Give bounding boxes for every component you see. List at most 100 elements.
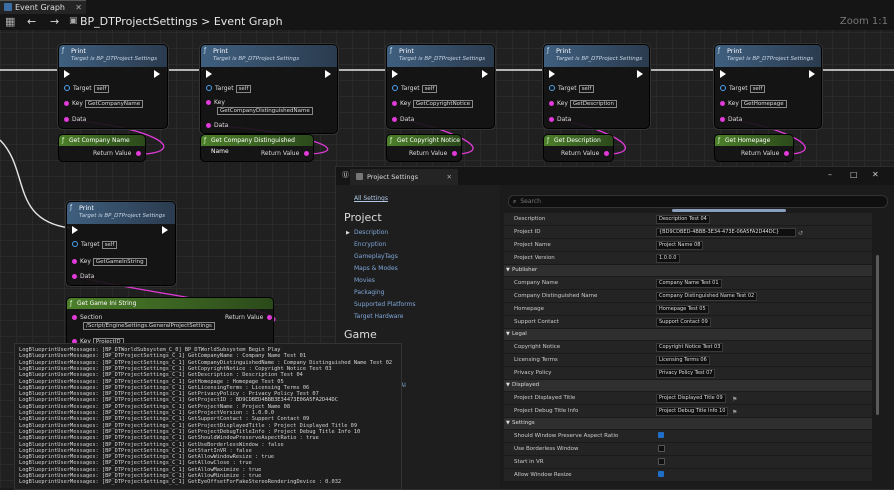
get-description-node[interactable]: Get Description Return Value: [543, 134, 614, 162]
minimize-button[interactable]: –: [828, 170, 832, 179]
sidebar-item-movies[interactable]: Movies: [354, 277, 375, 284]
project-displayed-title-field[interactable]: Project Displayed Title 09: [656, 394, 726, 403]
window-title-bar[interactable]: Ⓤ Project Settings ✕ – □ ✕: [336, 167, 894, 185]
homepage-field[interactable]: Homepage Test 05: [656, 305, 709, 314]
all-settings-link[interactable]: All Settings: [354, 195, 388, 202]
return-value-pin[interactable]: [604, 151, 610, 156]
target-field[interactable]: self: [235, 85, 252, 93]
key-field[interactable]: GetHomepage: [740, 100, 787, 108]
print-node-company-distinguished-name[interactable]: ƒ Print Target is BP_DTProject Settings Ta…: [200, 44, 338, 134]
sidebar-item-maps-modes[interactable]: Maps & Modes: [354, 265, 398, 272]
category-displayed[interactable]: ▼ Displayed: [504, 380, 872, 391]
get-company-name-node[interactable]: Get Company Name Return Value: [58, 134, 146, 162]
target-pin[interactable]: [206, 85, 212, 91]
return-value-pin[interactable]: [304, 151, 310, 156]
start-in-vr-checkbox[interactable]: [658, 458, 665, 465]
forward-arrow-icon[interactable]: →: [50, 13, 59, 30]
get-copyright-notice-node[interactable]: Get Copyright Notice Return Value: [386, 134, 462, 162]
close-tab-icon[interactable]: ✕: [447, 169, 452, 185]
print-node-game-ini-string[interactable]: ƒ Print Target is BP_DTProject Settings Ta…: [66, 201, 176, 286]
company-name-field[interactable]: Company Name Test 01: [656, 279, 722, 288]
section-field[interactable]: /Script/EngineSettings.GeneralProjectSet…: [83, 322, 215, 330]
exec-out-pin[interactable]: [154, 70, 160, 78]
exec-out-pin[interactable]: [325, 70, 331, 78]
key-pin[interactable]: [720, 101, 725, 106]
target-pin[interactable]: [549, 85, 555, 91]
key-field[interactable]: GetCompanyDistinguishedName: [217, 107, 313, 115]
print-node-copyright-notice[interactable]: ƒ Print Target is BP_DTProject Settings Ta…: [386, 44, 495, 129]
details-scrollbar[interactable]: [876, 255, 879, 415]
category-publisher[interactable]: ▼ Publisher: [504, 265, 872, 276]
grid-icon[interactable]: ▦: [5, 13, 15, 30]
tab-event-graph[interactable]: Event Graph ✕: [0, 0, 86, 14]
key-field[interactable]: GetCompanyName: [84, 100, 144, 108]
target-field[interactable]: self: [421, 85, 438, 93]
key-field[interactable]: GetDescription: [569, 100, 618, 108]
output-log[interactable]: LogBlueprintUserMessages: [BP_DTWorldSub…: [14, 343, 402, 490]
company-distinguished-name-field[interactable]: Company Distinguished Name Test 02: [656, 292, 758, 301]
exec-out-pin[interactable]: [809, 70, 815, 78]
target-pin[interactable]: [64, 85, 70, 91]
category-legal[interactable]: ▼ Legal: [504, 329, 872, 340]
target-pin[interactable]: [392, 85, 398, 91]
target-field[interactable]: self: [749, 85, 766, 93]
maximize-button[interactable]: □: [850, 170, 858, 179]
description-field[interactable]: Description Test 04: [656, 215, 710, 224]
get-game-ini-string-node[interactable]: Get Game Ini String Section /Script/Engi…: [66, 297, 274, 349]
data-pin[interactable]: [720, 117, 725, 122]
sidebar-item-supported-platforms[interactable]: Supported Platforms: [354, 301, 416, 308]
exec-in-pin[interactable]: [549, 70, 555, 78]
copyright-notice-field[interactable]: Copyright Notice Test 03: [656, 343, 724, 352]
borderless-window-checkbox[interactable]: [658, 445, 665, 452]
close-button[interactable]: ✕: [872, 170, 879, 179]
search-input[interactable]: ⌕ Search: [508, 195, 888, 208]
licensing-terms-field[interactable]: Licensing Terms 06: [656, 356, 710, 365]
sidebar-item-packaging[interactable]: Packaging: [354, 289, 384, 296]
key-pin[interactable]: [206, 100, 211, 105]
privacy-policy-field[interactable]: Privacy Policy Test 07: [656, 369, 716, 378]
tab-project-settings[interactable]: Project Settings ✕: [350, 169, 458, 185]
key-field[interactable]: GetGameInString: [92, 258, 147, 266]
exec-in-pin[interactable]: [206, 70, 212, 78]
allow-window-resize-checkbox[interactable]: [658, 471, 664, 477]
project-version-field[interactable]: 1.0.0.0: [656, 254, 680, 263]
key-pin[interactable]: [64, 101, 69, 106]
data-pin[interactable]: [206, 123, 211, 128]
exec-in-pin[interactable]: [64, 70, 70, 78]
project-debug-title-info-field[interactable]: Project Debug Title Info 10: [656, 407, 729, 416]
data-pin[interactable]: [549, 117, 554, 122]
exec-out-pin[interactable]: [637, 70, 643, 78]
exec-in-pin[interactable]: [72, 226, 78, 234]
support-contact-field[interactable]: Support Contact 09: [656, 318, 711, 327]
target-field[interactable]: self: [578, 85, 595, 93]
key-pin[interactable]: [549, 101, 554, 106]
sidebar-item-gameplaytags[interactable]: GameplayTags: [354, 253, 398, 260]
back-arrow-icon[interactable]: ←: [27, 13, 36, 30]
key-pin[interactable]: [392, 101, 397, 106]
data-pin[interactable]: [392, 117, 397, 122]
data-pin[interactable]: [64, 117, 69, 122]
data-pin[interactable]: [72, 274, 77, 279]
return-value-pin[interactable]: [136, 151, 142, 156]
project-id-field[interactable]: {BD9CDBED-4BBB-3E34-473E-06A5FA2D44DC}: [656, 228, 796, 237]
target-pin[interactable]: [720, 85, 726, 91]
exec-out-pin[interactable]: [482, 70, 488, 78]
print-node-homepage[interactable]: ƒ Print Target is BP_DTProject Settings Ta…: [714, 44, 822, 129]
target-field[interactable]: self: [93, 85, 110, 93]
exec-in-pin[interactable]: [720, 70, 726, 78]
category-settings[interactable]: ▼ Settings: [504, 418, 872, 429]
get-homepage-node[interactable]: Get Homepage Return Value: [714, 134, 794, 162]
return-value-pin[interactable]: [452, 151, 458, 156]
print-node-company-name[interactable]: ƒ Print Target is BP_DTProject Settings Ta…: [58, 44, 168, 129]
breadcrumb-blueprint[interactable]: BP_DTProjectSettings: [80, 15, 198, 28]
key-field[interactable]: GetCopyrightNotice: [412, 100, 474, 108]
target-field[interactable]: self: [101, 241, 118, 249]
target-pin[interactable]: [72, 241, 78, 247]
sidebar-item-description[interactable]: Description: [354, 229, 388, 236]
print-node-description[interactable]: ƒ Print Target is BP_DTProject Settings Ta…: [543, 44, 650, 129]
project-name-field[interactable]: Project Name 08: [656, 241, 704, 250]
section-pin[interactable]: [72, 315, 77, 320]
get-company-distinguished-name-node[interactable]: Get Company Distinguished Name Return Va…: [200, 134, 314, 162]
return-value-pin[interactable]: [784, 151, 790, 156]
preserve-aspect-ratio-checkbox[interactable]: [658, 432, 664, 438]
